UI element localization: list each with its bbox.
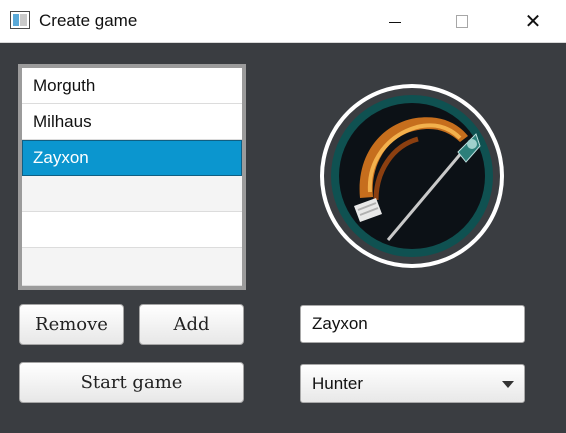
player-list[interactable]: Morguth Milhaus Zayxon [18, 64, 246, 290]
title-bar: Create game ✕ [0, 0, 566, 43]
app-window-icon [10, 11, 30, 29]
minimize-button[interactable] [372, 0, 418, 42]
player-list-item-empty[interactable] [22, 212, 242, 248]
class-portrait [320, 84, 504, 268]
minimize-icon [389, 21, 401, 23]
player-list-item-empty[interactable] [22, 176, 242, 212]
remove-button[interactable]: Remove [19, 304, 124, 345]
window-title: Create game [39, 11, 138, 30]
player-list-item[interactable]: Milhaus [22, 104, 242, 140]
player-list-item-empty[interactable] [22, 248, 242, 286]
start-game-button[interactable]: Start game [19, 362, 244, 403]
player-list-item-selected[interactable]: Zayxon [22, 140, 242, 176]
maximize-button[interactable] [439, 0, 485, 42]
class-select-value: Hunter [312, 374, 364, 393]
name-field[interactable] [300, 305, 525, 343]
add-button[interactable]: Add [139, 304, 244, 345]
chevron-down-icon [502, 381, 514, 388]
close-button[interactable]: ✕ [510, 0, 556, 42]
maximize-icon [456, 14, 468, 28]
player-list-item[interactable]: Morguth [22, 68, 242, 104]
create-game-window: Create game ✕ Morguth Milhaus Zayxon Rem… [0, 0, 566, 433]
close-icon: ✕ [524, 9, 542, 33]
class-select[interactable]: Hunter [300, 364, 525, 403]
